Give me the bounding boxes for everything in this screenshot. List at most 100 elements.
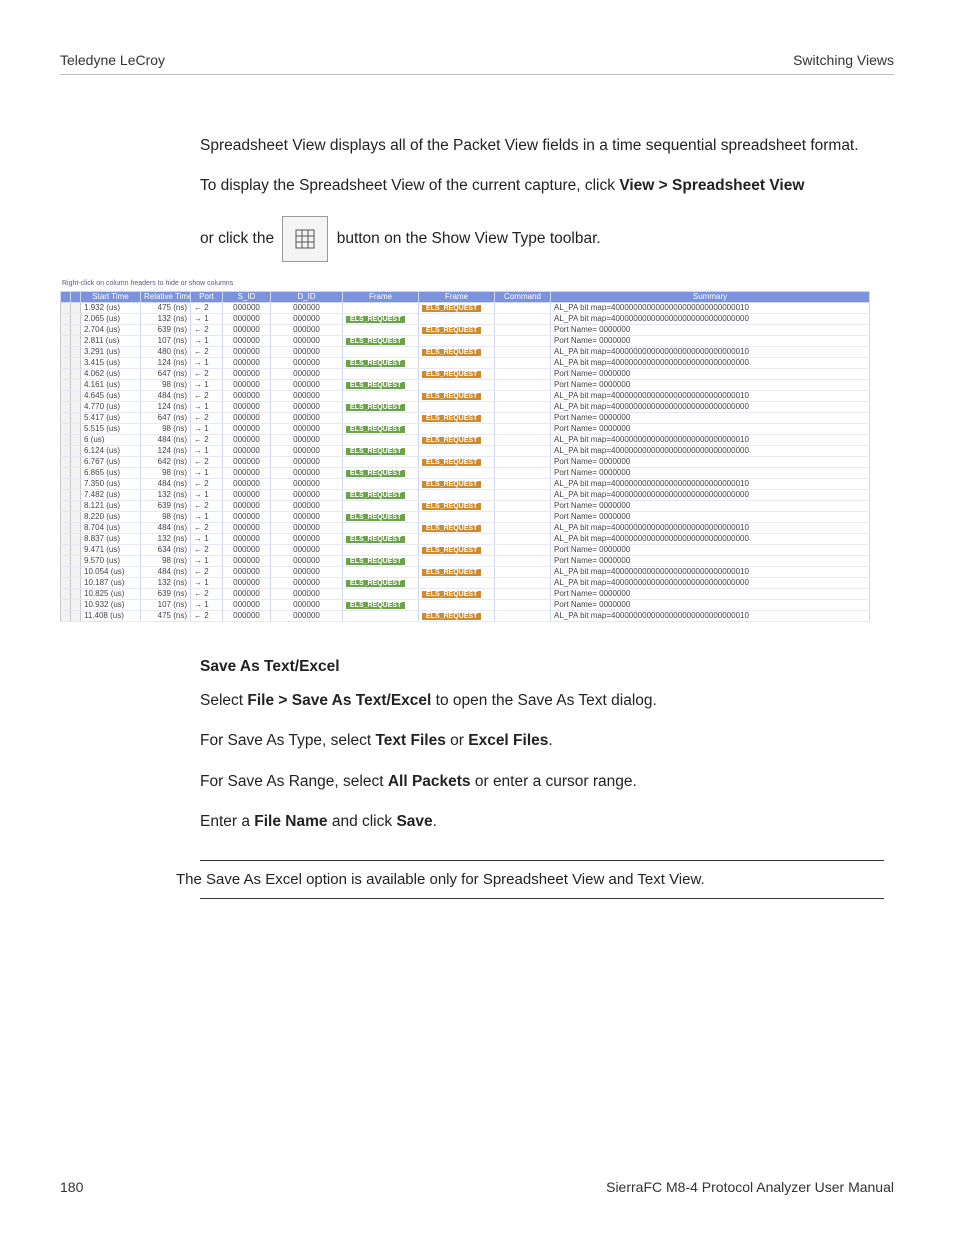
cell-sid: 000000: [223, 324, 271, 335]
spreadsheet-view-toolbar-button[interactable]: [282, 216, 328, 262]
cell-frame1: [343, 434, 419, 445]
cell-sid: 000000: [223, 478, 271, 489]
cell-command: [495, 478, 551, 489]
cell-relative-time: 132 (ns): [141, 313, 191, 324]
cell-start-time: 4.161 (us): [81, 379, 141, 390]
cell-command: [495, 368, 551, 379]
table-row[interactable]: 4.161 (us)98 (ns)→ 1000000000000ELS_REQU…: [61, 379, 870, 390]
col-sid[interactable]: S_ID: [223, 291, 271, 302]
cell-start-time: 8.704 (us): [81, 522, 141, 533]
cell-port: → 1: [191, 467, 223, 478]
table-row[interactable]: 6 (us)484 (ns)← 2000000000000ELS_REQUEST…: [61, 434, 870, 445]
intro-p3: or click the button on the Show View Typ…: [200, 216, 884, 262]
table-row[interactable]: 6.767 (us)642 (ns)← 2000000000000ELS_REQ…: [61, 456, 870, 467]
cell-sid: 000000: [223, 357, 271, 368]
gutter: [61, 335, 71, 346]
header-right: Switching Views: [793, 52, 894, 68]
cell-command: [495, 610, 551, 621]
table-row[interactable]: 7.350 (us)484 (ns)← 2000000000000ELS_REQ…: [61, 478, 870, 489]
cell-command: [495, 577, 551, 588]
cell-relative-time: 642 (ns): [141, 456, 191, 467]
table-row[interactable]: 10.187 (us)132 (ns)→ 1000000000000ELS_RE…: [61, 577, 870, 588]
t: For Save As Range, select: [200, 773, 388, 790]
gutter: [61, 588, 71, 599]
table-row[interactable]: 6.124 (us)124 (ns)→ 1000000000000ELS_REQ…: [61, 445, 870, 456]
cell-frame2: ELS_REQUEST: [419, 566, 495, 577]
els-request-tag: ELS_REQUEST: [422, 371, 481, 378]
cell-frame1: [343, 544, 419, 555]
cell-frame2: [419, 467, 495, 478]
cell-frame2: [419, 445, 495, 456]
cell-relative-time: 132 (ns): [141, 489, 191, 500]
cell-frame1: ELS_REQUEST: [343, 599, 419, 610]
table-row[interactable]: 4.645 (us)484 (ns)← 2000000000000ELS_REQ…: [61, 390, 870, 401]
table-row[interactable]: 2.704 (us)639 (ns)← 2000000000000ELS_REQ…: [61, 324, 870, 335]
col-frame2[interactable]: Frame: [419, 291, 495, 302]
table-row[interactable]: 5.515 (us)98 (ns)→ 1000000000000ELS_REQU…: [61, 423, 870, 434]
table-row[interactable]: 6.865 (us)98 (ns)→ 1000000000000ELS_REQU…: [61, 467, 870, 478]
table-row[interactable]: 8.220 (us)98 (ns)→ 1000000000000ELS_REQU…: [61, 511, 870, 522]
table-row[interactable]: 3.415 (us)124 (ns)→ 1000000000000ELS_REQ…: [61, 357, 870, 368]
els-request-tag: ELS_REQUEST: [346, 316, 405, 323]
cell-frame2: [419, 599, 495, 610]
gutter: [61, 511, 71, 522]
cell-port: → 1: [191, 379, 223, 390]
table-row[interactable]: 2.811 (us)107 (ns)→ 1000000000000ELS_REQ…: [61, 335, 870, 346]
table-row[interactable]: 3.291 (us)480 (ns)← 2000000000000ELS_REQ…: [61, 346, 870, 357]
table-row[interactable]: 10.825 (us)639 (ns)← 2000000000000ELS_RE…: [61, 588, 870, 599]
cell-command: [495, 401, 551, 412]
cell-port: ← 2: [191, 544, 223, 555]
cell-relative-time: 484 (ns): [141, 522, 191, 533]
table-row[interactable]: 4.770 (us)124 (ns)→ 1000000000000ELS_REQ…: [61, 401, 870, 412]
t: .: [548, 732, 552, 749]
table-row[interactable]: 1.932 (us)475 (ns)← 2000000000000ELS_REQ…: [61, 302, 870, 313]
cell-summary: AL_PA bit map=40000000000000000000000000…: [551, 346, 870, 357]
cell-did: 000000: [271, 456, 343, 467]
table-row[interactable]: 9.570 (us)98 (ns)→ 1000000000000ELS_REQU…: [61, 555, 870, 566]
col-port[interactable]: Port: [191, 291, 223, 302]
table-row[interactable]: 8.704 (us)484 (ns)← 2000000000000ELS_REQ…: [61, 522, 870, 533]
cell-summary: AL_PA bit map=40000000000000000000000000…: [551, 302, 870, 313]
table-row[interactable]: 8.121 (us)639 (ns)← 2000000000000ELS_REQ…: [61, 500, 870, 511]
cell-summary: Port Name= 0000000: [551, 324, 870, 335]
table-row[interactable]: 10.932 (us)107 (ns)→ 1000000000000ELS_RE…: [61, 599, 870, 610]
table-row[interactable]: 11.408 (us)475 (ns)← 2000000000000ELS_RE…: [61, 610, 870, 621]
gutter: [71, 544, 81, 555]
gutter: [61, 456, 71, 467]
col-start-time[interactable]: Start Time: [81, 291, 141, 302]
cell-command: [495, 500, 551, 511]
cell-sid: 000000: [223, 368, 271, 379]
table-row[interactable]: 4.062 (us)647 (ns)← 2000000000000ELS_REQ…: [61, 368, 870, 379]
cell-did: 000000: [271, 423, 343, 434]
cell-did: 000000: [271, 555, 343, 566]
cell-frame2: [419, 313, 495, 324]
cell-frame1: [343, 588, 419, 599]
gutter: [71, 599, 81, 610]
table-row[interactable]: 5.417 (us)647 (ns)← 2000000000000ELS_REQ…: [61, 412, 870, 423]
gutter: [71, 401, 81, 412]
col-frame1[interactable]: Frame: [343, 291, 419, 302]
cell-port: → 1: [191, 511, 223, 522]
col-relative-time[interactable]: Relative Time: [141, 291, 191, 302]
t: to open the Save As Text dialog.: [431, 692, 656, 709]
table-row[interactable]: 8.837 (us)132 (ns)→ 1000000000000ELS_REQ…: [61, 533, 870, 544]
t: Select: [200, 692, 247, 709]
cell-relative-time: 639 (ns): [141, 324, 191, 335]
gutter: [61, 412, 71, 423]
cell-start-time: 10.054 (us): [81, 566, 141, 577]
page-header: Teledyne LeCroy Switching Views: [60, 52, 894, 75]
table-row[interactable]: 2.065 (us)132 (ns)→ 1000000000000ELS_REQ…: [61, 313, 870, 324]
col-command[interactable]: Command: [495, 291, 551, 302]
table-row[interactable]: 7.482 (us)132 (ns)→ 1000000000000ELS_REQ…: [61, 489, 870, 500]
cell-sid: 000000: [223, 346, 271, 357]
col-did[interactable]: D_ID: [271, 291, 343, 302]
table-row[interactable]: 10.054 (us)484 (ns)← 2000000000000ELS_RE…: [61, 566, 870, 577]
intro-p2-a: To display the Spreadsheet View of the c…: [200, 177, 619, 194]
table-caption: Right-click on column headers to hide or…: [60, 280, 870, 287]
table-row[interactable]: 9.471 (us)634 (ns)← 2000000000000ELS_REQ…: [61, 544, 870, 555]
table-header-row[interactable]: Start Time Relative Time Port S_ID D_ID …: [61, 291, 870, 302]
cell-frame2: [419, 511, 495, 522]
cell-did: 000000: [271, 346, 343, 357]
col-summary[interactable]: Summary: [551, 291, 870, 302]
save-p4: Enter a File Name and click Save.: [200, 811, 884, 833]
